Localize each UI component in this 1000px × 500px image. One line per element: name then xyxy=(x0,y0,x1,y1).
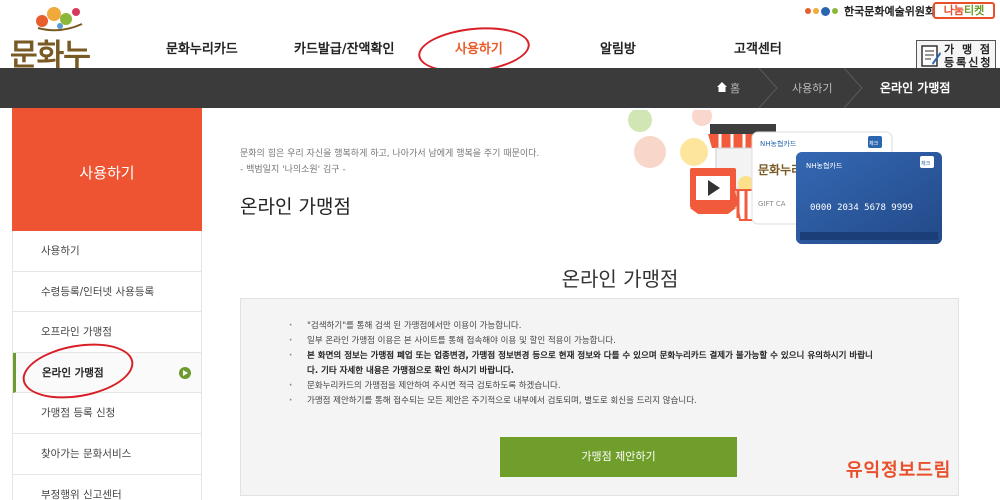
nanum-ticket-text-1: 나눔 xyxy=(943,4,964,17)
page-title: 온라인 가맹점 xyxy=(240,196,351,218)
nav-notice[interactable]: 알림방 xyxy=(600,38,636,57)
arrow-right-icon xyxy=(179,366,191,379)
nav-usage[interactable]: 사용하기 xyxy=(455,38,503,57)
film-icon xyxy=(690,168,736,214)
sidebar-item-label: 온라인 가맹점 xyxy=(42,366,104,379)
sidebar-item-usage[interactable]: 사용하기 xyxy=(13,231,201,272)
nav-card-issue[interactable]: 카드발급/잔액확인 xyxy=(294,38,394,57)
quote-text: 문화의 힘은 우리 자신을 행복하게 하고, 나아가서 남에게 행복을 주기 때… xyxy=(240,146,539,178)
nh-card-front: NH농협카드 체크 0000 2034 5678 9999 xyxy=(796,152,942,244)
notice-item: 문화누리카드의 가맹점을 제안하여 주시면 적극 검토하도록 하겠습니다. xyxy=(287,379,873,394)
breadcrumb-separator-icon xyxy=(843,68,863,108)
nav-customer-center[interactable]: 고객센터 xyxy=(734,38,782,57)
site-header: 문화누리 문화누리카드 카드발급/잔액확인 사용하기 알림방 고객센터 한국문화… xyxy=(0,0,1000,117)
card-illustration: NH농협카드 문화누리 GIFT CA 체크 NH농협카드 체크 0000 20… xyxy=(628,110,942,244)
quote-line-1: 문화의 힘은 우리 자신을 행복하게 하고, 나아가서 남에게 행복을 주기 때… xyxy=(240,149,540,159)
breadcrumb-current[interactable]: 온라인 가맹점 xyxy=(880,79,950,96)
sidebar-item-fraud-report[interactable]: 부정행위 신고센터 xyxy=(13,475,201,500)
logo-leaf-icon xyxy=(36,7,83,32)
card-back-badge: 체크 xyxy=(869,140,879,147)
card-back-bank: NH농협카드 xyxy=(760,139,797,148)
sidebar-title: 사용하기 xyxy=(79,164,135,182)
arts-council-link[interactable]: 한국문화예술위원회 xyxy=(805,4,935,18)
home-icon xyxy=(717,82,727,92)
sidebar-header: 사용하기 xyxy=(12,108,202,231)
register-text-line1: 가 맹 점 xyxy=(944,43,993,56)
breadcrumb-separator-icon xyxy=(758,68,778,108)
arts-council-logo-icon xyxy=(805,6,838,16)
nav-munhwanuri-card[interactable]: 문화누리카드 xyxy=(166,38,238,57)
card-back-label: GIFT CA xyxy=(758,200,786,208)
nanum-ticket-text-2: 티켓 xyxy=(964,4,985,17)
card-front-bank: NH농협카드 xyxy=(806,161,843,170)
breadcrumb-usage[interactable]: 사용하기 xyxy=(792,80,832,96)
notice-item: 다. 기타 자세한 내용은 가맹점으로 확인 하시기 바랍니다. xyxy=(307,366,515,376)
document-pen-icon xyxy=(921,45,941,67)
sidebar: 사용하기 사용하기 수령등록/인터넷 사용등록 오프라인 가맹점 온라인 가맹점… xyxy=(12,108,202,500)
sidebar-item-offline-merchant[interactable]: 오프라인 가맹점 xyxy=(13,312,201,353)
sidebar-menu: 사용하기 수령등록/인터넷 사용등록 오프라인 가맹점 온라인 가맹점 가맹점 … xyxy=(12,231,202,500)
card-number: 0000 2034 5678 9999 xyxy=(810,203,913,213)
sidebar-item-visiting-service[interactable]: 찾아가는 문화서비스 xyxy=(13,434,201,475)
munhwa-nuri-logo[interactable]: 문화누리 xyxy=(10,6,110,117)
sidebar-item-registration[interactable]: 수령등록/인터넷 사용등록 xyxy=(13,272,201,313)
breadcrumb-home[interactable]: 홈 xyxy=(730,80,740,96)
notice-list: "검색하기"를 통해 검색 된 가맹점에서만 이용이 가능합니다. 일부 온라인… xyxy=(287,319,873,409)
notice-item: 가맹점 제안하기를 통해 접수되는 모든 제안은 주기적으로 내부에서 검토되며… xyxy=(287,394,873,409)
card-front-badge: 체크 xyxy=(921,160,931,167)
notice-item: 본 화면의 정보는 가맹점 폐업 또는 업종변경, 가맹점 정보변경 등으로 현… xyxy=(287,349,873,364)
sidebar-item-merchant-apply[interactable]: 가맹점 등록 신청 xyxy=(13,393,201,434)
sidebar-item-online-merchant[interactable]: 온라인 가맹점 xyxy=(13,352,201,394)
watermark-text: 유익정보드림 xyxy=(846,460,952,481)
card-back-logo: 문화누리 xyxy=(758,162,802,177)
notice-item: 일부 온라인 가맹점 이용은 본 사이트를 통해 접속해야 이용 및 할인 적용… xyxy=(287,334,873,349)
section-title: 온라인 가맹점 xyxy=(561,267,679,291)
arts-council-text: 한국문화예술위원회 xyxy=(844,5,936,18)
quote-line-2: - 백범일지 '나의소원' 김구 - xyxy=(240,165,346,175)
nanum-ticket-link[interactable]: 나눔티켓 xyxy=(933,2,995,19)
notice-item: "검색하기"를 통해 검색 된 가맹점에서만 이용이 가능합니다. xyxy=(287,319,873,334)
breadcrumb: 홈 사용하기 온라인 가맹점 xyxy=(0,68,1000,108)
propose-merchant-button[interactable]: 가맹점 제안하기 xyxy=(500,437,737,477)
